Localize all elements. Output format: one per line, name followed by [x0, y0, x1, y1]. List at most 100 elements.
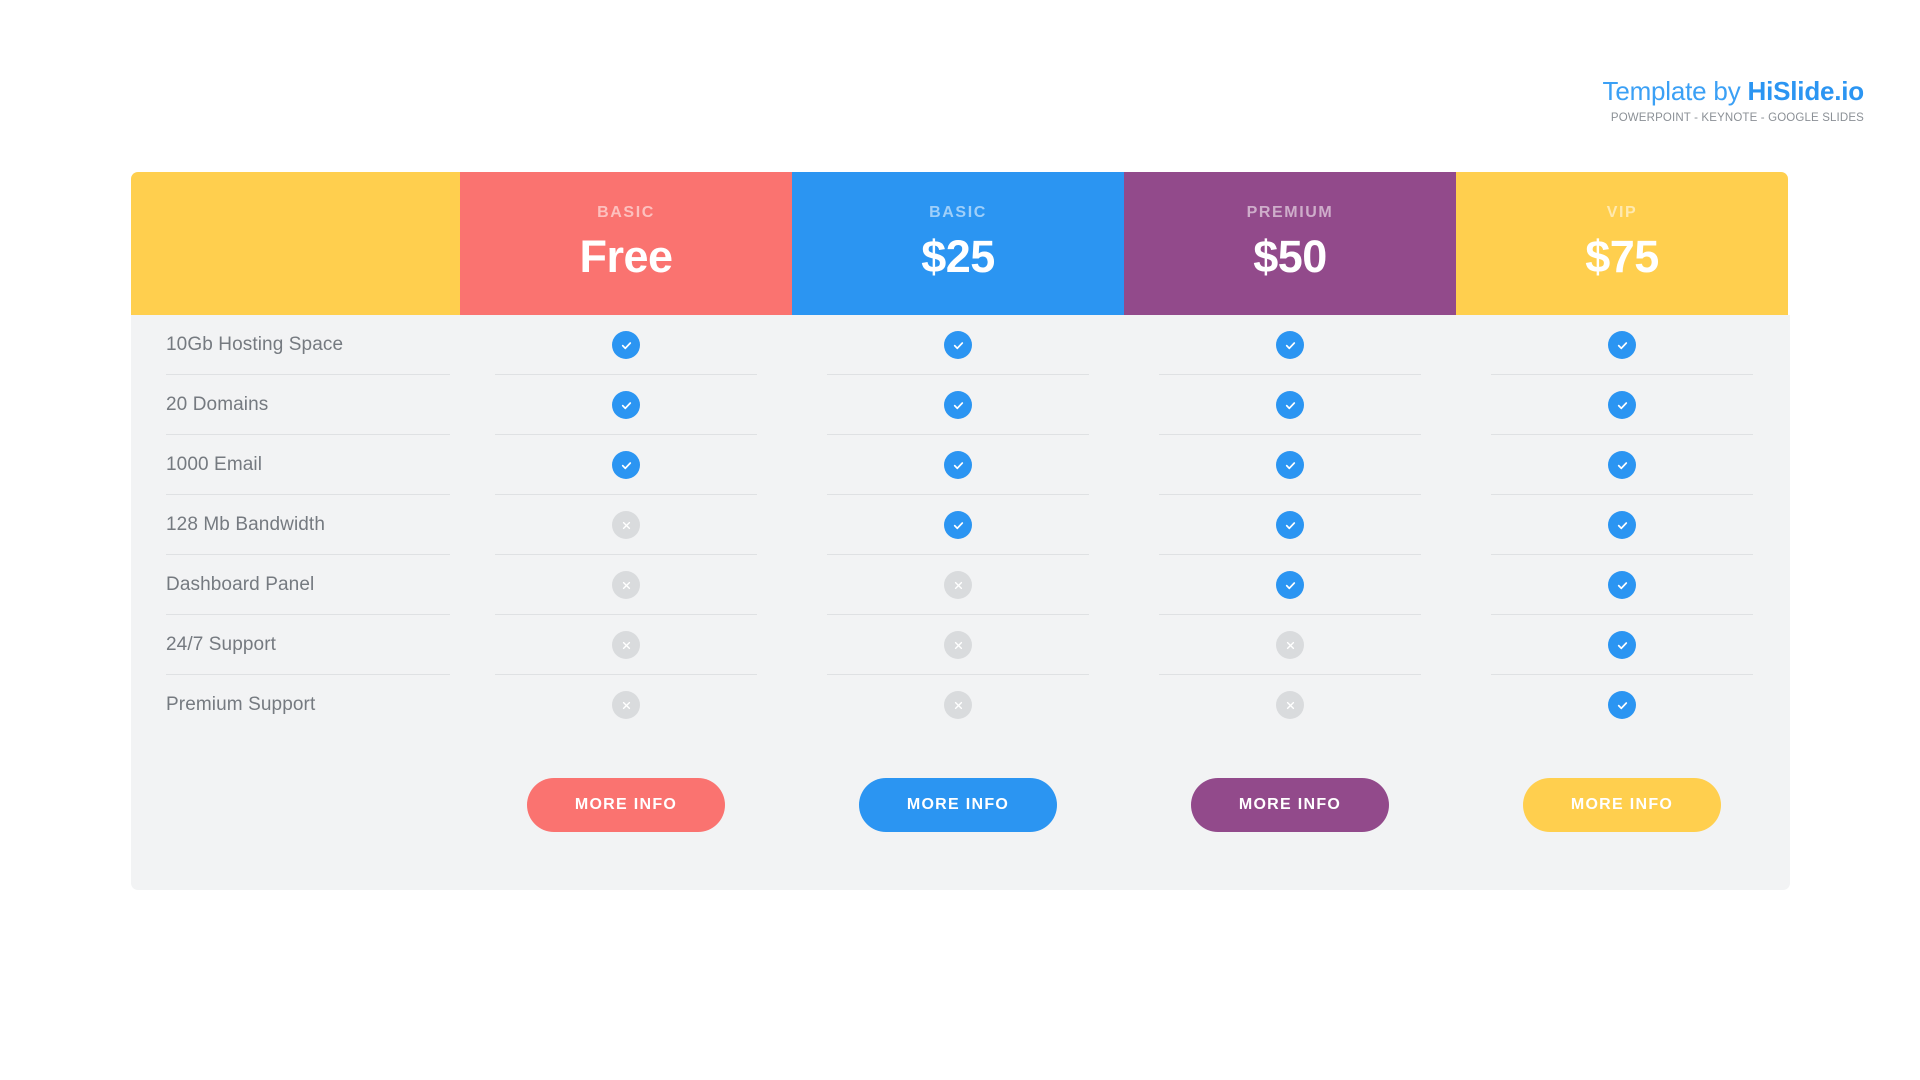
feature-mark-cell [1456, 615, 1788, 675]
feature-mark-cell [1124, 555, 1456, 615]
feature-mark-cell [792, 315, 1124, 375]
feature-row: Dashboard Panel [131, 555, 1790, 615]
feature-row: 128 Mb Bandwidth [131, 495, 1790, 555]
feature-label: 24/7 Support [166, 634, 277, 655]
feature-label: 20 Domains [166, 394, 269, 415]
check-icon [944, 331, 972, 359]
feature-label: 1000 Email [166, 454, 263, 475]
feature-mark-cell [460, 435, 792, 495]
cross-icon [612, 571, 640, 599]
feature-mark-cell [1124, 315, 1456, 375]
feature-row: 1000 Email [131, 435, 1790, 495]
cross-icon [944, 631, 972, 659]
feature-mark-cell [792, 615, 1124, 675]
cta-cell-vip: MORE INFO [1456, 778, 1788, 832]
cross-icon [944, 571, 972, 599]
feature-row: Premium Support [131, 675, 1790, 735]
feature-label-cell: 24/7 Support [131, 615, 460, 675]
check-icon [1608, 511, 1636, 539]
plan-header-vip: VIP $75 [1456, 172, 1788, 315]
cta-cell-basic-25: MORE INFO [792, 778, 1124, 832]
check-icon [1276, 571, 1304, 599]
pricing-header-row: BASIC Free BASIC $25 PREMIUM $50 VIP $75 [131, 172, 1790, 315]
cross-icon [944, 691, 972, 719]
more-info-button-vip[interactable]: MORE INFO [1523, 778, 1721, 832]
check-icon [944, 451, 972, 479]
cross-icon [612, 691, 640, 719]
plan-price: $75 [1585, 231, 1659, 282]
pricing-table: BASIC Free BASIC $25 PREMIUM $50 VIP $75… [131, 172, 1790, 890]
feature-label: Premium Support [166, 694, 316, 715]
feature-row: 24/7 Support [131, 615, 1790, 675]
cross-icon [1276, 631, 1304, 659]
plan-price: $25 [921, 231, 995, 282]
cross-icon [1276, 691, 1304, 719]
check-icon [1276, 451, 1304, 479]
header-corner-cell [131, 172, 460, 315]
feature-mark-cell [1456, 555, 1788, 615]
check-icon [1608, 571, 1636, 599]
brand-subtitle: POWERPOINT - KEYNOTE - GOOGLE SLIDES [1610, 112, 1864, 124]
brand-title-bold: HiSlide.io [1747, 76, 1865, 106]
feature-mark-cell [460, 615, 792, 675]
check-icon [1276, 331, 1304, 359]
more-info-button-basic-free[interactable]: MORE INFO [527, 778, 725, 832]
check-icon [612, 451, 640, 479]
check-icon [944, 391, 972, 419]
feature-mark-cell [1124, 615, 1456, 675]
check-icon [612, 391, 640, 419]
cta-button-row: MORE INFO MORE INFO MORE INFO MORE INFO [131, 778, 1790, 832]
more-info-button-premium[interactable]: MORE INFO [1191, 778, 1389, 832]
cta-row-spacer [131, 778, 460, 832]
feature-mark-cell [792, 495, 1124, 555]
feature-mark-cell [792, 675, 1124, 735]
feature-mark-cell [460, 375, 792, 435]
feature-mark-cell [460, 495, 792, 555]
check-icon [1276, 511, 1304, 539]
check-icon [1608, 391, 1636, 419]
more-info-button-basic-25[interactable]: MORE INFO [859, 778, 1057, 832]
feature-mark-cell [792, 435, 1124, 495]
feature-label-cell: Dashboard Panel [131, 555, 460, 615]
feature-label: 128 Mb Bandwidth [166, 514, 325, 535]
cross-icon [612, 631, 640, 659]
feature-mark-cell [1456, 375, 1788, 435]
cta-cell-basic-free: MORE INFO [460, 778, 792, 832]
feature-mark-cell [460, 675, 792, 735]
cross-icon [612, 511, 640, 539]
feature-mark-cell [1456, 435, 1788, 495]
feature-mark-cell [1124, 435, 1456, 495]
feature-mark-cell [1456, 495, 1788, 555]
feature-mark-cell [460, 555, 792, 615]
check-icon [612, 331, 640, 359]
check-icon [944, 511, 972, 539]
plan-name: BASIC [929, 204, 987, 221]
plan-name: BASIC [597, 204, 655, 221]
feature-mark-cell [1124, 375, 1456, 435]
plan-header-basic-25: BASIC $25 [792, 172, 1124, 315]
feature-row: 10Gb Hosting Space [131, 315, 1790, 375]
feature-label-cell: 1000 Email [131, 435, 460, 495]
cta-cell-premium: MORE INFO [1124, 778, 1456, 832]
plan-header-basic-free: BASIC Free [460, 172, 792, 315]
feature-label-cell: 20 Domains [131, 375, 460, 435]
feature-mark-cell [792, 375, 1124, 435]
brand-title-light: Template by [1602, 76, 1748, 106]
check-icon [1608, 631, 1636, 659]
check-icon [1608, 331, 1636, 359]
brand-title: Template by HiSlide.io [1602, 76, 1865, 106]
feature-row: 20 Domains [131, 375, 1790, 435]
feature-mark-cell [1456, 315, 1788, 375]
feature-mark-cell [1456, 675, 1788, 735]
feature-label-cell: Premium Support [131, 675, 460, 735]
feature-row-list: 10Gb Hosting Space 20 Domains 1000 Email 12… [131, 315, 1790, 735]
feature-label: 10Gb Hosting Space [166, 334, 344, 355]
check-icon [1276, 391, 1304, 419]
pricing-body-panel: 10Gb Hosting Space 20 Domains 1000 Email 12… [131, 315, 1790, 890]
check-icon [1608, 691, 1636, 719]
plan-name: VIP [1606, 204, 1638, 221]
plan-price: $50 [1253, 231, 1327, 282]
feature-mark-cell [1124, 495, 1456, 555]
plan-price: Free [579, 231, 673, 282]
feature-label-cell: 10Gb Hosting Space [131, 315, 460, 375]
